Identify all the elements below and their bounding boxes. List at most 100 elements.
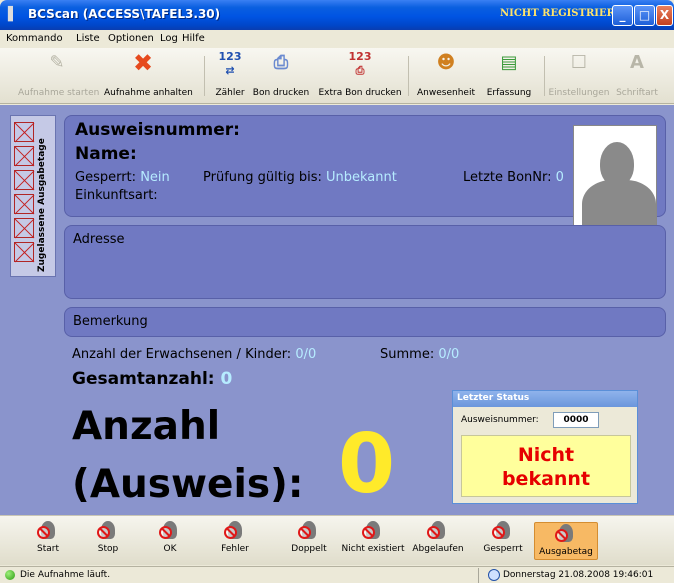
day-x-icon <box>14 122 34 142</box>
app-icon: ▌ <box>8 7 18 22</box>
allowed-days-label: Zugelassene Ausgabetage <box>37 138 47 272</box>
font-icon: A <box>630 52 644 73</box>
sum-label-text: Summe: <box>380 347 435 362</box>
print-bon-button[interactable]: ⎙ Bon drucken <box>250 50 312 98</box>
last-bon-value: 0 <box>555 170 564 185</box>
menu-liste[interactable]: Liste <box>76 33 100 44</box>
remark-panel: Bemerkung <box>64 307 666 337</box>
remark-label: Bemerkung <box>73 314 148 329</box>
status-button-bar: Start Stop OK Fehler Doppelt Nicht exist… <box>0 515 674 565</box>
people-icon: ☻ <box>436 52 456 73</box>
duplicate-status-button[interactable]: Doppelt <box>282 520 336 554</box>
toolbar-separator <box>408 56 409 96</box>
sum-label: Summe: 0/0 <box>380 347 459 362</box>
camera-icon: ✎ <box>49 52 65 73</box>
allowed-days-tab[interactable]: Zugelassene Ausgabetage <box>10 115 56 277</box>
settings-button[interactable]: ☐ Einstellungen <box>548 50 610 98</box>
income-label: Einkunftsart: <box>75 188 158 203</box>
person-blocked-icon <box>492 520 514 542</box>
person-blocked-icon <box>427 520 449 542</box>
person-blocked-icon <box>37 520 59 542</box>
not-exists-status-button[interactable]: Nicht existiert <box>338 520 408 554</box>
adults-children-label: Anzahl der Erwachsenen / Kinder: 0/0 <box>72 347 316 362</box>
status-message: Nicht bekannt <box>461 435 631 497</box>
stop-x-icon: ✖ <box>132 49 154 77</box>
validity-label: Prüfung gültig bis: Unbekannt <box>203 170 397 185</box>
count-label-line1: Anzahl <box>72 404 221 449</box>
error-status-button[interactable]: Fehler <box>210 520 260 554</box>
person-blocked-icon <box>298 520 320 542</box>
status-message-text: Die Aufnahme läuft. <box>20 570 111 580</box>
status-id-label: Ausweisnummer: <box>461 415 539 425</box>
day-x-icon <box>14 170 34 190</box>
day-x-icon <box>14 218 34 238</box>
window-title: BCScan (ACCESS\TAFEL3.30) <box>28 7 221 21</box>
menu-kommando[interactable]: Kommando <box>6 33 63 44</box>
stop-recording-button[interactable]: ✖ Aufnahme anhalten <box>104 49 193 98</box>
menu-log[interactable]: Log <box>160 33 178 44</box>
count-label-line2: (Ausweis): <box>72 462 304 507</box>
last-status-title: Letzter Status <box>453 391 637 407</box>
card-count-value: 0 <box>338 417 396 512</box>
total-value: 0 <box>220 369 233 389</box>
registration-status: NICHT REGISTRIERT <box>500 8 623 19</box>
day-x-icon <box>14 194 34 214</box>
counter-icon: 123 ⇄ <box>218 50 242 77</box>
day-x-icon <box>14 146 34 166</box>
statusbar-separator <box>478 568 479 583</box>
print-extra-bon-button[interactable]: 123 ⎙ Extra Bon drucken <box>316 50 404 98</box>
counter-button[interactable]: 123 ⇄ Zähler <box>210 50 250 98</box>
person-blocked-icon <box>159 520 181 542</box>
person-photo <box>573 125 657 229</box>
menu-optionen[interactable]: Optionen <box>108 33 154 44</box>
adults-children-value: 0/0 <box>295 347 317 362</box>
menu-hilfe[interactable]: Hilfe <box>182 33 205 44</box>
start-status-button[interactable]: Start <box>28 520 68 554</box>
person-blocked-icon <box>97 520 119 542</box>
title-bar[interactable]: ▌ BCScan (ACCESS\TAFEL3.30) NICHT REGIST… <box>0 0 674 30</box>
person-blocked-icon <box>555 523 577 545</box>
toolbar-separator <box>544 56 545 96</box>
blocked-value: Nein <box>140 170 170 185</box>
person-blocked-icon <box>224 520 246 542</box>
validity-label-text: Prüfung gültig bis: <box>203 170 322 185</box>
blocked-label-text: Gesperrt: <box>75 170 137 185</box>
status-datetime: Donnerstag 21.08.2008 19:46:01 <box>503 570 654 580</box>
start-recording-button[interactable]: ✎ Aufnahme starten <box>18 50 99 98</box>
stop-status-button[interactable]: Stop <box>88 520 128 554</box>
printer-icon: ⎙ <box>273 52 289 73</box>
minimize-button[interactable]: _ <box>612 5 633 26</box>
photo-body <box>582 180 656 228</box>
settings-icon: ☐ <box>570 52 588 73</box>
maximize-button[interactable]: □ <box>634 5 655 26</box>
attendance-button[interactable]: ☻ Anwesenheit <box>414 50 478 98</box>
toolbar: ✎ Aufnahme starten ✖ Aufnahme anhalten 1… <box>0 48 674 104</box>
total-label: Gesamtanzahl: 0 <box>72 369 232 389</box>
recording-status-icon <box>5 570 15 580</box>
name-label: Name: <box>75 144 137 164</box>
status-message-line1: Nicht <box>517 444 575 466</box>
sum-value: 0/0 <box>438 347 460 362</box>
last-bon-label-text: Letzte BonNr: <box>463 170 552 185</box>
capture-button[interactable]: ▤ Erfassung <box>480 50 538 98</box>
blocked-status-button[interactable]: Gesperrt <box>478 520 528 554</box>
close-button[interactable]: X <box>656 5 673 26</box>
validity-value: Unbekannt <box>326 170 397 185</box>
person-blocked-icon <box>362 520 384 542</box>
status-id-value: 0000 <box>553 412 599 428</box>
form-icon: ▤ <box>500 52 518 73</box>
toolbar-separator <box>204 56 205 96</box>
clock-icon <box>488 569 500 581</box>
total-label-text: Gesamtanzahl: <box>72 369 215 389</box>
adults-children-label-text: Anzahl der Erwachsenen / Kinder: <box>72 347 292 362</box>
font-button[interactable]: A Schriftart <box>612 50 662 98</box>
last-status-window: Letzter Status Ausweisnummer: 0000 Nicht… <box>452 390 638 504</box>
last-bon-label: Letzte BonNr: 0 <box>463 170 564 185</box>
extra-printer-icon: 123 ⎙ <box>348 50 372 77</box>
issue-day-status-button[interactable]: Ausgabetag <box>534 522 598 560</box>
ok-status-button[interactable]: OK <box>150 520 190 554</box>
blocked-label: Gesperrt: Nein <box>75 170 170 185</box>
id-label: Ausweisnummer: <box>75 120 240 140</box>
day-x-icon <box>14 242 34 262</box>
expired-status-button[interactable]: Abgelaufen <box>410 520 466 554</box>
